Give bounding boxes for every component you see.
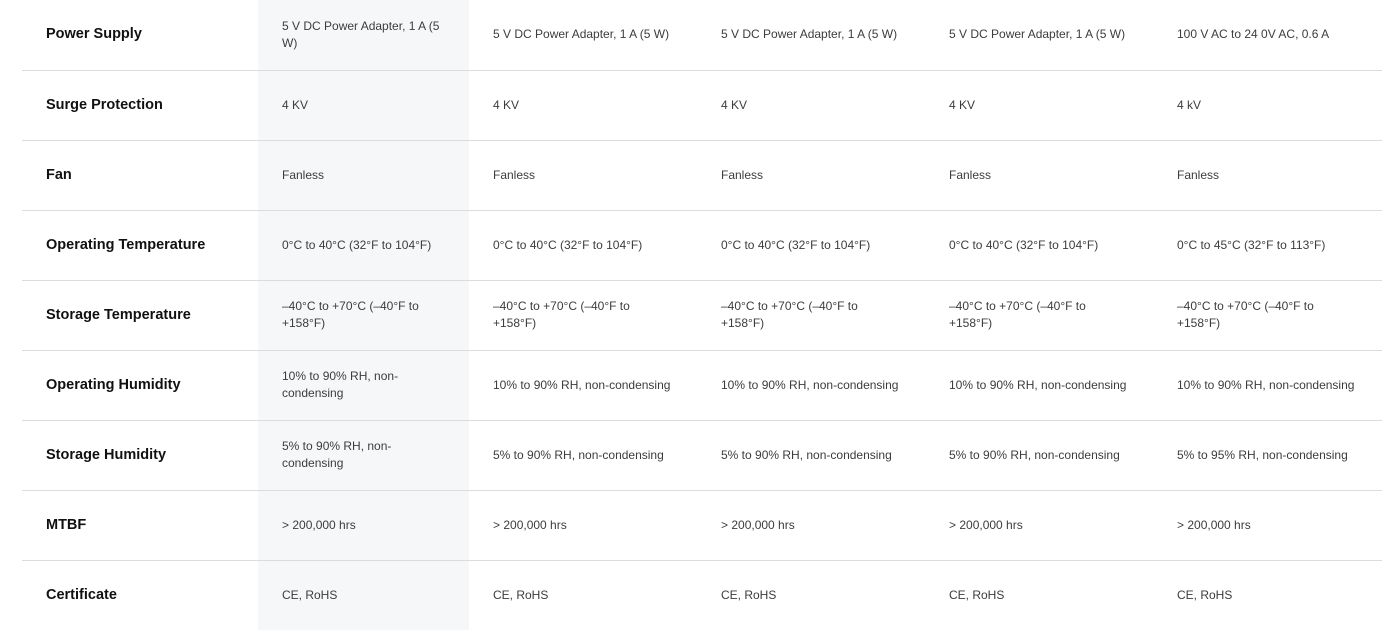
spec-value: 100 V AC to 24 0V AC, 0.6 A: [1177, 27, 1330, 42]
spec-value: 5% to 95% RH, non-condensing: [1177, 447, 1348, 462]
spec-row-storage-temperature: Storage Temperature –40°C to +70°C (–40°…: [22, 280, 1382, 350]
spec-row-storage-humidity: Storage Humidity 5% to 90% RH, non-conde…: [22, 420, 1382, 490]
spec-value: –40°C to +70°C (–40°F to +158°F): [949, 299, 1086, 330]
spec-value: 10% to 90% RH, non-condensing: [721, 377, 899, 392]
spec-value: > 200,000 hrs: [721, 517, 795, 532]
spec-value: > 200,000 hrs: [1177, 517, 1251, 532]
spec-value: 5 V DC Power Adapter, 1 A (5 W): [949, 27, 1126, 42]
spec-value: –40°C to +70°C (–40°F to +158°F): [1177, 299, 1314, 330]
spec-value: 5 V DC Power Adapter, 1 A (5 W): [493, 27, 670, 42]
spec-value: 5% to 90% RH, non-condensing: [721, 447, 892, 462]
spec-label: Operating Humidity: [46, 376, 181, 393]
spec-value: > 200,000 hrs: [258, 490, 469, 560]
spec-value: 5% to 90% RH, non-condensing: [493, 447, 664, 462]
spec-value: Fanless: [949, 167, 992, 182]
spec-value: 5% to 90% RH, non-condensing: [258, 420, 469, 490]
spec-value: –40°C to +70°C (–40°F to +158°F): [493, 299, 630, 330]
spec-label: MTBF: [46, 516, 87, 533]
spec-value: > 200,000 hrs: [493, 517, 567, 532]
spec-row-surge-protection: Surge Protection 4 KV 4 KV 4 KV 4 KV 4 k…: [22, 70, 1382, 140]
spec-value: > 200,000 hrs: [949, 517, 1023, 532]
spec-row-mtbf: MTBF > 200,000 hrs > 200,000 hrs > 200,0…: [22, 490, 1382, 560]
spec-value: 0°C to 40°C (32°F to 104°F): [493, 237, 643, 252]
spec-label: Storage Humidity: [46, 446, 167, 463]
spec-value: Fanless: [493, 167, 536, 182]
spec-value: 0°C to 40°C (32°F to 104°F): [721, 237, 871, 252]
spec-value: 5% to 90% RH, non-condensing: [949, 447, 1120, 462]
spec-value: 4 kV: [1177, 97, 1202, 112]
spec-value: 0°C to 45°C (32°F to 113°F): [1177, 237, 1326, 252]
spec-table: Power Supply 5 V DC Power Adapter, 1 A (…: [22, 0, 1382, 630]
spec-value: Fanless: [721, 167, 764, 182]
spec-value: 0°C to 40°C (32°F to 104°F): [258, 210, 469, 280]
spec-value: 4 KV: [949, 97, 976, 112]
spec-label: Operating Temperature: [46, 236, 206, 253]
spec-value: CE, RoHS: [258, 560, 469, 630]
spec-row-operating-humidity: Operating Humidity 10% to 90% RH, non-co…: [22, 350, 1382, 420]
spec-label: Storage Temperature: [46, 306, 191, 323]
spec-value: 5 V DC Power Adapter, 1 A (5 W): [258, 0, 469, 70]
spec-value: 10% to 90% RH, non-condensing: [493, 377, 671, 392]
spec-label: Fan: [46, 166, 72, 183]
spec-label: Certificate: [46, 586, 117, 603]
spec-row-certificate: Certificate CE, RoHS CE, RoHS CE, RoHS C…: [22, 560, 1382, 630]
spec-row-fan: Fan Fanless Fanless Fanless Fanless Fanl…: [22, 140, 1382, 210]
spec-value: 10% to 90% RH, non-condensing: [1177, 377, 1355, 392]
spec-label: Power Supply: [46, 26, 142, 43]
spec-value: 4 KV: [258, 70, 469, 140]
spec-value: CE, RoHS: [493, 587, 549, 602]
spec-value: –40°C to +70°C (–40°F to +158°F): [721, 299, 858, 330]
spec-value: –40°C to +70°C (–40°F to +158°F): [258, 280, 469, 350]
spec-row-operating-temperature: Operating Temperature 0°C to 40°C (32°F …: [22, 210, 1382, 280]
spec-value: Fanless: [1177, 167, 1220, 182]
spec-value: 4 KV: [493, 97, 520, 112]
spec-value: CE, RoHS: [949, 587, 1005, 602]
spec-row-power-supply: Power Supply 5 V DC Power Adapter, 1 A (…: [22, 0, 1382, 70]
spec-value: CE, RoHS: [721, 587, 777, 602]
spec-value: 0°C to 40°C (32°F to 104°F): [949, 237, 1099, 252]
spec-value: 10% to 90% RH, non-condensing: [258, 350, 469, 420]
spec-value: Fanless: [258, 140, 469, 210]
spec-label: Surge Protection: [46, 96, 163, 113]
spec-value: CE, RoHS: [1177, 587, 1233, 602]
spec-value: 5 V DC Power Adapter, 1 A (5 W): [721, 27, 898, 42]
spec-value: 4 KV: [721, 97, 748, 112]
spec-value: 10% to 90% RH, non-condensing: [949, 377, 1127, 392]
